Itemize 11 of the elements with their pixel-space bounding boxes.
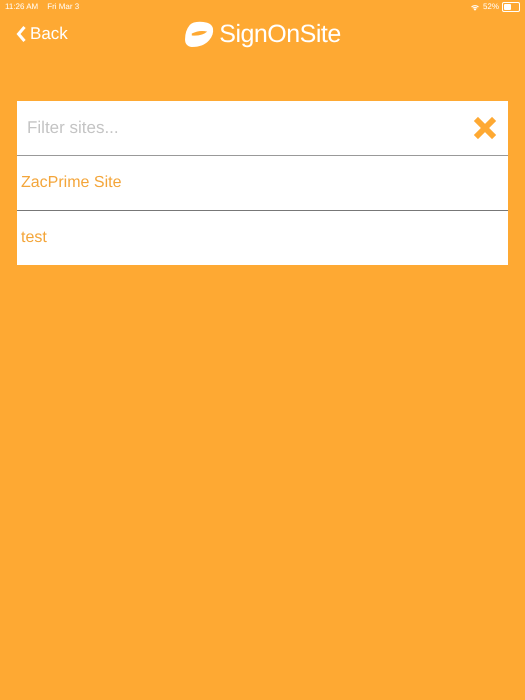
chevron-icon: [16, 26, 27, 42]
close-icon: [472, 115, 498, 141]
back-button[interactable]: Back: [14, 22, 70, 46]
logo-text: SignOnSite: [219, 20, 341, 49]
close-button[interactable]: [472, 115, 498, 141]
battery-percent: 52%: [482, 2, 499, 11]
status-time: 11:26 AM: [5, 2, 38, 11]
wifi-icon: [470, 2, 480, 10]
status-date: Fri Mar 3: [47, 2, 80, 11]
battery-icon: [502, 2, 520, 12]
logo-icon: [184, 21, 216, 48]
